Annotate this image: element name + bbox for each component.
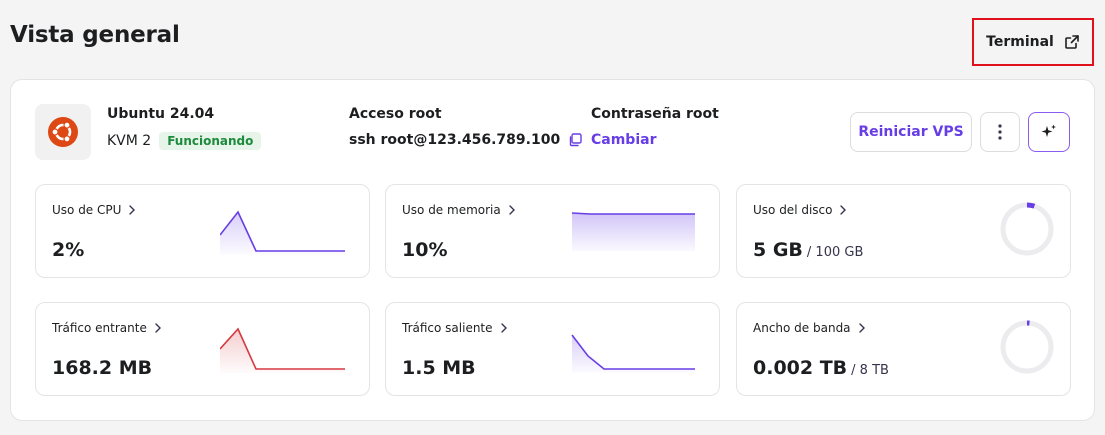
disk-usage-total: / 100 GB xyxy=(806,245,864,260)
bandwidth-title: Ancho de banda xyxy=(753,321,865,335)
terminal-button[interactable]: Terminal xyxy=(986,34,1080,50)
ubuntu-icon xyxy=(48,117,78,147)
bandwidth-card[interactable]: Ancho de banda 0.002 TB / 8 TB xyxy=(736,302,1071,396)
inbound-traffic-value: 168.2 MB xyxy=(52,357,153,379)
page-title: Vista general xyxy=(10,22,180,48)
memory-usage-value: 10% xyxy=(402,239,448,261)
root-password-label: Contraseña root xyxy=(591,106,719,122)
cpu-usage-value: 2% xyxy=(52,239,85,261)
inbound-traffic-title: Tráfico entrante xyxy=(52,321,161,335)
plan-name: KVM 2 xyxy=(107,133,152,149)
chevron-right-icon xyxy=(840,205,847,215)
bandwidth-total: / 8 TB xyxy=(851,363,889,378)
os-logo xyxy=(35,104,91,160)
bandwidth-value: 0.002 TB / 8 TB xyxy=(753,357,889,379)
outbound-traffic-sparkline xyxy=(571,334,695,373)
root-access-command: ssh root@123.456.789.100 xyxy=(349,132,561,148)
vps-overview-card: Ubuntu 24.04 KVM 2 Funcionando Acceso ro… xyxy=(10,79,1095,421)
cpu-usage-sparkline xyxy=(220,210,345,255)
chevron-right-icon xyxy=(155,323,161,333)
disk-usage-ring xyxy=(1000,202,1054,256)
inbound-traffic-sparkline xyxy=(220,327,345,373)
outbound-traffic-card[interactable]: Tráfico saliente 1.5 MB xyxy=(385,302,720,396)
outbound-traffic-title: Tráfico saliente xyxy=(402,321,507,335)
root-access-label: Acceso root xyxy=(349,106,442,122)
cpu-usage-card[interactable]: Uso de CPU 2% xyxy=(35,184,370,278)
more-vertical-icon xyxy=(998,124,1002,140)
os-info: Ubuntu 24.04 KVM 2 Funcionando xyxy=(107,106,262,150)
copy-icon[interactable] xyxy=(568,133,582,147)
memory-usage-title: Uso de memoria xyxy=(402,203,515,217)
change-password-link[interactable]: Cambiar xyxy=(591,132,656,148)
outbound-traffic-value: 1.5 MB xyxy=(402,357,476,379)
bandwidth-ring xyxy=(1000,320,1054,374)
terminal-label: Terminal xyxy=(986,34,1054,50)
memory-usage-sparkline xyxy=(571,212,695,251)
chevron-right-icon xyxy=(858,323,865,333)
chevron-right-icon xyxy=(500,323,507,333)
external-link-icon xyxy=(1065,35,1079,49)
inbound-traffic-card[interactable]: Tráfico entrante 168.2 MB xyxy=(35,302,370,396)
memory-usage-card[interactable]: Uso de memoria 10% xyxy=(385,184,720,278)
chevron-right-icon xyxy=(129,205,136,215)
chevron-right-icon xyxy=(509,205,515,215)
terminal-highlight: Terminal xyxy=(972,18,1094,66)
disk-usage-card[interactable]: Uso del disco 5 GB / 100 GB xyxy=(736,184,1071,278)
root-password-info: Contraseña root Cambiar xyxy=(591,106,719,148)
more-options-button[interactable] xyxy=(980,112,1020,152)
status-badge: Funcionando xyxy=(159,132,262,150)
restart-vps-button[interactable]: Reiniciar VPS xyxy=(850,112,972,152)
disk-usage-value: 5 GB / 100 GB xyxy=(753,239,864,261)
ai-assistant-button[interactable] xyxy=(1028,112,1070,152)
cpu-usage-title: Uso de CPU xyxy=(52,203,136,217)
root-access-info: Acceso root ssh root@123.456.789.100 xyxy=(349,106,582,148)
sparkles-icon xyxy=(1041,124,1056,137)
disk-usage-title: Uso del disco xyxy=(753,203,847,217)
os-name: Ubuntu 24.04 xyxy=(107,106,215,122)
